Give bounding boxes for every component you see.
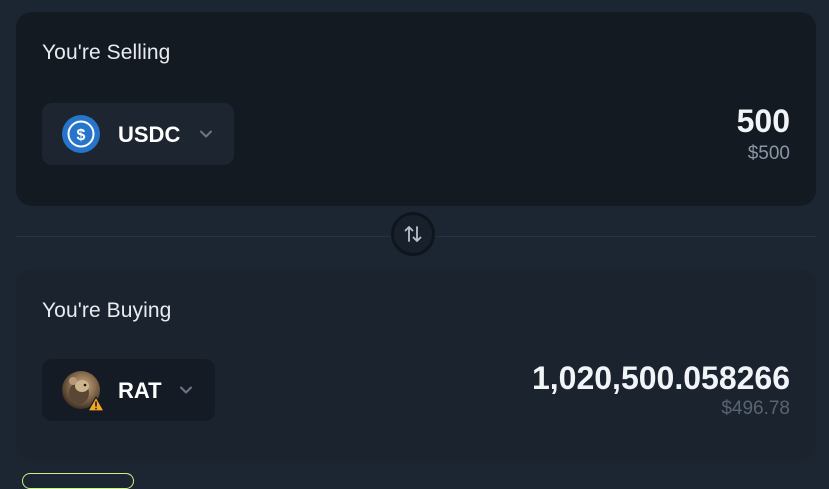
sell-token-selector[interactable]: $ USDC (42, 103, 234, 165)
buy-token-selector[interactable]: RAT (42, 359, 215, 421)
svg-text:$: $ (77, 127, 86, 144)
usdc-icon: $ (62, 115, 100, 153)
chevron-down-icon (200, 130, 212, 138)
sell-amount-input[interactable]: 500 (737, 103, 790, 140)
selling-card: You're Selling $ USDC 500 $500 (16, 12, 816, 206)
warning-icon (87, 396, 105, 412)
buy-usd-value: $496.78 (721, 398, 790, 419)
chevron-down-icon (180, 386, 192, 394)
sell-usd-value: $500 (747, 143, 790, 164)
buy-amount-output: 1,020,500.058266 (531, 360, 790, 396)
sell-token-symbol: USDC (118, 122, 181, 147)
swap-arrows-icon (404, 226, 422, 242)
rat-icon (62, 371, 105, 412)
bottom-action-pill[interactable] (22, 473, 134, 489)
selling-title: You're Selling (42, 41, 171, 64)
buy-token-symbol: RAT (118, 378, 162, 403)
swap-direction-button[interactable] (391, 212, 435, 256)
buying-card: You're Buying RAT 1,020,500.058266 $496.… (16, 269, 816, 461)
buying-title: You're Buying (42, 299, 172, 322)
